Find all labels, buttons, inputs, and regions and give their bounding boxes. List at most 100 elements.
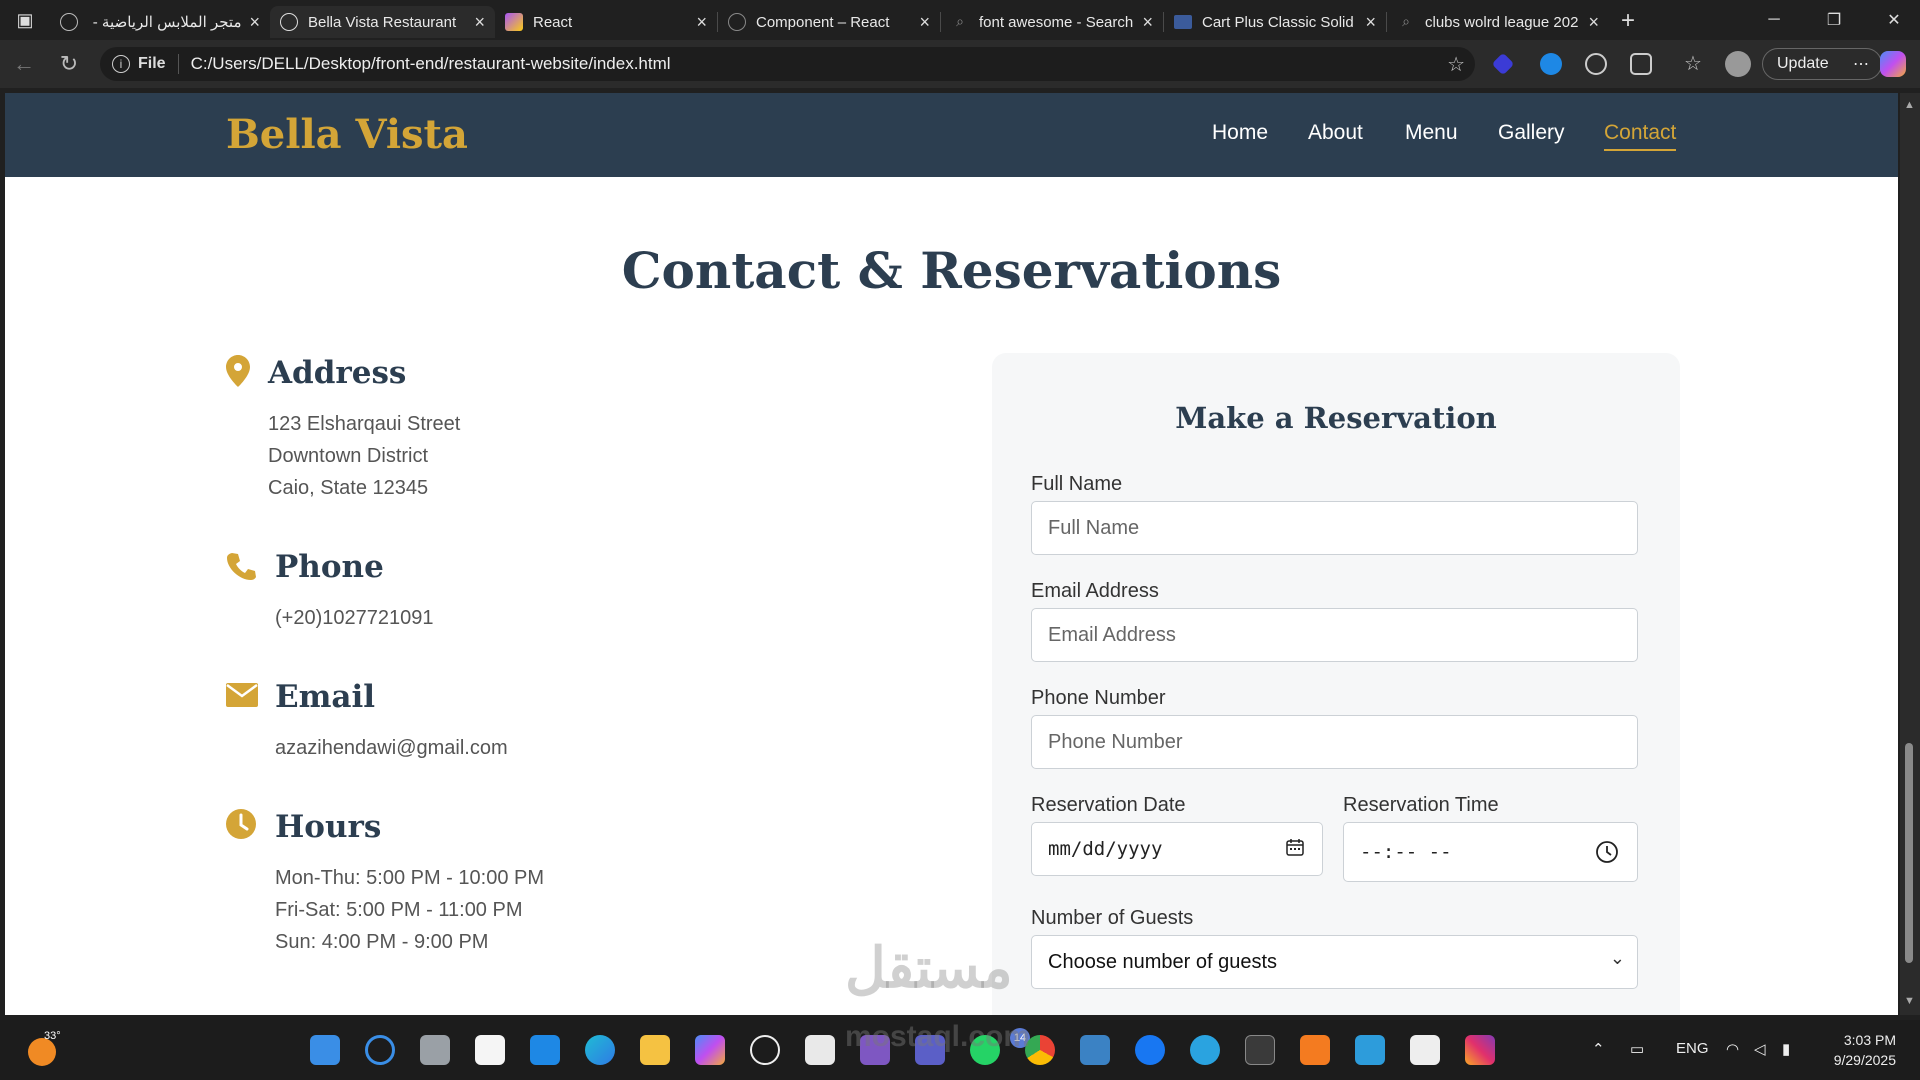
clock-icon [226, 809, 256, 844]
hours-heading: Hours [275, 809, 382, 845]
new-tab-button[interactable]: + [1621, 7, 1635, 35]
copilot-icon[interactable] [695, 1035, 725, 1065]
close-icon[interactable]: × [696, 12, 707, 33]
url-field[interactable]: i File C:/Users/DELL/Desktop/front-end/r… [100, 47, 1475, 81]
close-icon[interactable]: × [1588, 12, 1599, 33]
task-view-icon[interactable] [420, 1035, 450, 1065]
guests-select[interactable]: Choose number of guests ⌄ [1031, 935, 1638, 989]
copilot-icon[interactable] [1880, 51, 1906, 77]
back-button[interactable]: ← [10, 50, 38, 78]
tab-bella-vista[interactable]: Bella Vista Restaurant × [270, 6, 495, 38]
site-header: Bella Vista Home About Menu Gallery Cont… [5, 93, 1898, 177]
tab-react[interactable]: React × [495, 6, 717, 38]
full-name-label: Full Name [1031, 473, 1123, 495]
email-input[interactable]: Email Address [1031, 608, 1638, 662]
section-title: Contact & Reservations [621, 241, 1282, 300]
location-extension-icon[interactable] [1540, 53, 1562, 75]
scroll-down-arrow-icon[interactable]: ▼ [1904, 995, 1915, 1007]
close-icon[interactable]: × [474, 12, 485, 33]
language-indicator[interactable]: ENG [1676, 1040, 1709, 1057]
date-input[interactable]: mm/dd/yyyy [1031, 822, 1323, 876]
extension-icon[interactable] [1491, 52, 1515, 76]
nav-gallery[interactable]: Gallery [1498, 121, 1565, 145]
chatgpt-icon[interactable] [750, 1035, 780, 1065]
clock-picker-icon[interactable] [1595, 840, 1619, 869]
react-devtools-icon[interactable] [1585, 53, 1607, 75]
guests-label: Number of Guests [1031, 907, 1194, 929]
close-icon[interactable]: × [1142, 12, 1153, 33]
phone-label: Phone Number [1031, 687, 1166, 709]
facebook-icon[interactable] [1135, 1035, 1165, 1065]
close-icon[interactable]: × [249, 12, 260, 33]
paint-icon[interactable] [1355, 1035, 1385, 1065]
search-icon: ⌕ [1402, 13, 1410, 29]
profile-avatar[interactable] [1725, 51, 1751, 77]
form-title: Make a Reservation [1175, 401, 1497, 435]
minimize-button[interactable]: ─ [1746, 0, 1802, 40]
tab-font-awesome[interactable]: ⌕ font awesome - Search × [941, 6, 1163, 38]
watermark: مستقل [845, 936, 1013, 999]
page-scrollbar[interactable]: ▲ ▼ [1900, 93, 1920, 1015]
windows-start-icon[interactable] [310, 1035, 340, 1065]
chevron-down-icon: ⌄ [1609, 948, 1625, 968]
nav-about[interactable]: About [1308, 121, 1363, 145]
search-icon: ⌕ [956, 13, 964, 29]
more-options-icon[interactable]: ⋯ [1853, 54, 1869, 74]
tab-sports-store[interactable]: متجر الملابس الرياضية - × [50, 6, 270, 38]
notepad-app-icon[interactable] [475, 1035, 505, 1065]
email-value: azazihendawi@gmail.com [275, 737, 508, 759]
snipping-tool-icon[interactable] [1410, 1035, 1440, 1065]
scrollbar-thumb[interactable] [1905, 743, 1913, 963]
info-icon[interactable]: i [112, 55, 130, 73]
page-viewport: Bella Vista Home About Menu Gallery Cont… [5, 93, 1898, 1015]
tab-cart-plus[interactable]: Cart Plus Classic Solid I × [1164, 6, 1386, 38]
volume-icon[interactable]: ◁ [1754, 1040, 1766, 1058]
store-icon[interactable] [805, 1035, 835, 1065]
phone-input[interactable]: Phone Number [1031, 715, 1638, 769]
search-icon[interactable] [365, 1035, 395, 1065]
phone-icon [226, 551, 256, 586]
extensions-puzzle-icon[interactable] [1630, 53, 1652, 75]
instagram-icon[interactable] [1465, 1035, 1495, 1065]
xampp-icon[interactable] [1300, 1035, 1330, 1065]
update-button[interactable]: Update ⋯ [1762, 48, 1882, 80]
address-line: Downtown District [268, 445, 429, 467]
divider [177, 54, 179, 74]
tab-clubs-league[interactable]: ⌕ clubs wolrd league 202 × [1387, 6, 1609, 38]
chevron-up-icon[interactable]: ⌃ [1592, 1040, 1605, 1058]
full-name-input[interactable]: Full Name [1031, 501, 1638, 555]
calendar-icon[interactable] [1286, 837, 1304, 861]
terminal-icon[interactable] [1245, 1035, 1275, 1065]
reload-button[interactable]: ↻ [55, 50, 83, 78]
globe-icon [60, 13, 78, 31]
hours-line: Mon-Thu: 5:00 PM - 10:00 PM [275, 867, 545, 889]
nav-menu[interactable]: Menu [1405, 121, 1458, 145]
scroll-up-arrow-icon[interactable]: ▲ [1904, 99, 1915, 111]
tab-component-react[interactable]: Component – React × [718, 6, 940, 38]
restore-button[interactable]: ❐ [1806, 0, 1862, 40]
close-icon[interactable]: × [1365, 12, 1376, 33]
sidebar-toggle-icon[interactable]: ▣ [0, 0, 50, 40]
system-clock[interactable]: 3:03 PM 9/29/2025 [1826, 1030, 1896, 1070]
favorites-icon[interactable]: ☆ [1682, 53, 1704, 75]
time-input[interactable]: --:-- -- [1343, 822, 1638, 882]
address-line: Caio, State 12345 [268, 477, 429, 499]
edge-browser-icon[interactable] [585, 1035, 615, 1065]
display-icon[interactable]: ▭ [1630, 1040, 1644, 1058]
battery-icon[interactable]: ▮ [1782, 1040, 1790, 1058]
wifi-icon[interactable]: ◠ [1726, 1040, 1739, 1058]
photos-icon[interactable] [1080, 1035, 1110, 1065]
nav-contact[interactable]: Contact [1604, 121, 1677, 151]
nav-home[interactable]: Home [1212, 121, 1268, 145]
url-text: C:/Users/DELL/Desktop/front-end/restaura… [190, 54, 671, 73]
vscode-icon[interactable] [530, 1035, 560, 1065]
file-explorer-icon[interactable] [640, 1035, 670, 1065]
phone-value: (+20)1027721091 [275, 607, 434, 629]
time-label: Reservation Time [1343, 794, 1499, 816]
favorite-star-icon[interactable]: ☆ [1447, 52, 1465, 77]
weather-icon[interactable] [28, 1038, 56, 1066]
close-icon[interactable]: × [919, 12, 930, 33]
close-window-button[interactable]: ✕ [1866, 0, 1920, 40]
telegram-icon[interactable] [1190, 1035, 1220, 1065]
site-logo[interactable]: Bella Vista [226, 111, 468, 158]
